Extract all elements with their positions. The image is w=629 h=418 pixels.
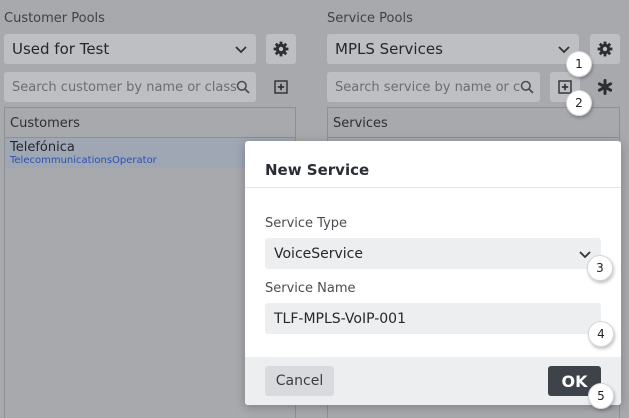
service-name-value: TLF-MPLS-VoIP-001	[274, 310, 406, 327]
special-service-button[interactable]	[590, 72, 620, 102]
service-pools-label: Service Pools	[327, 11, 413, 26]
callout-badge-5: 5	[588, 383, 614, 409]
service-name-label: Service Name	[265, 281, 356, 296]
gear-icon	[597, 41, 613, 57]
service-type-select[interactable]: VoiceService	[265, 238, 601, 269]
gear-icon	[273, 41, 289, 57]
customer-search-field[interactable]	[4, 72, 256, 102]
dialog-title: New Service	[245, 141, 621, 188]
search-icon	[520, 80, 534, 94]
customer-pools-label: Customer Pools	[4, 11, 105, 26]
callout-badge-3: 3	[587, 255, 613, 281]
callout-badge-4: 4	[588, 321, 614, 347]
customer-search-input[interactable]	[12, 79, 236, 95]
customer-pool-settings-button[interactable]	[266, 34, 296, 64]
add-customer-button[interactable]	[266, 72, 296, 102]
service-type-label: Service Type	[265, 216, 348, 231]
plus-square-icon	[274, 80, 288, 94]
callout-badge-1: 1	[566, 51, 592, 77]
dialog-footer: Cancel OK	[245, 357, 621, 405]
callout-badge-2: 2	[566, 90, 592, 116]
service-name-input[interactable]: TLF-MPLS-VoIP-001	[265, 303, 601, 334]
cancel-button[interactable]: Cancel	[265, 366, 334, 396]
customers-panel-header: Customers	[5, 108, 295, 138]
search-icon	[236, 80, 250, 94]
new-service-dialog: New Service Service Type VoiceService Se…	[245, 141, 621, 405]
service-pool-settings-button[interactable]	[590, 34, 620, 64]
service-pool-selected-value: MPLS Services	[335, 40, 443, 58]
chevron-down-icon	[235, 46, 247, 54]
service-search-field[interactable]	[327, 72, 540, 102]
customer-pool-select[interactable]: Used for Test	[4, 34, 256, 64]
customer-pool-selected-value: Used for Test	[12, 40, 110, 58]
service-search-input[interactable]	[335, 79, 520, 95]
service-type-value: VoiceService	[274, 245, 363, 262]
asterisk-icon	[597, 79, 613, 95]
service-pool-select[interactable]: MPLS Services	[327, 34, 579, 64]
